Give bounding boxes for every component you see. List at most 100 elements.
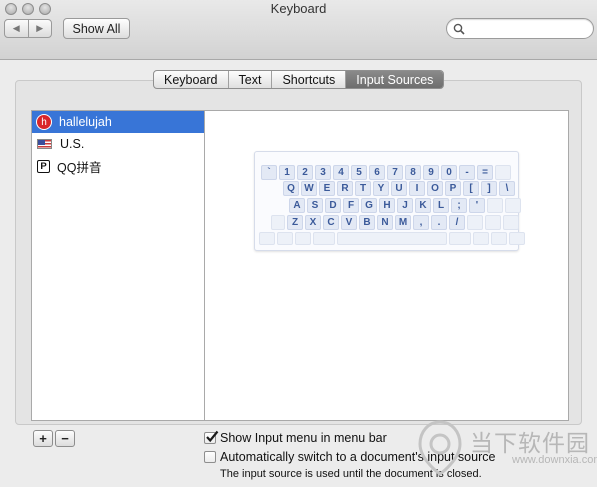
keyboard-key: E: [319, 181, 335, 196]
keyboard-key: ]: [481, 181, 497, 196]
keyboard-key: W: [301, 181, 317, 196]
keyboard-key: N: [377, 215, 393, 230]
hallelujah-icon: h: [37, 115, 51, 129]
keyboard-key: 9: [423, 165, 439, 180]
keyboard-key: Y: [373, 181, 389, 196]
keyboard-key: ': [469, 198, 485, 213]
input-source-label: U.S.: [60, 137, 85, 151]
keyboard-key: 0: [441, 165, 457, 180]
modifier-key: [277, 232, 293, 245]
keyboard-key: `: [261, 165, 277, 180]
input-source-label: hallelujah: [59, 115, 112, 129]
keyboard-key: ,: [413, 215, 429, 230]
keyboard-key: X: [305, 215, 321, 230]
modifier-key: [313, 232, 335, 245]
input-source-label: QQ拼音: [57, 160, 102, 175]
blank-key: [467, 215, 483, 230]
spacebar-key: [337, 232, 447, 245]
keyboard-key: S: [307, 198, 323, 213]
keyboard-key: C: [323, 215, 339, 230]
keyboard-key: .: [431, 215, 447, 230]
keyboard-row: [259, 232, 527, 247]
keyboard-key: K: [415, 198, 431, 213]
tab-input-sources[interactable]: Input Sources: [346, 71, 444, 88]
keyboard-row: ` 1 2 3 4 5 6 7 8 9 0- =: [261, 165, 513, 180]
keyboard-key: A: [289, 198, 305, 213]
modifier-key: [259, 232, 275, 245]
checkmark-icon: [206, 430, 219, 443]
watermark-logo-icon: [418, 420, 462, 476]
keyboard-key: B: [359, 215, 375, 230]
modifier-key: [509, 232, 525, 245]
back-forward-control[interactable]: ◀ ▶: [4, 19, 52, 38]
blank-key: [503, 215, 519, 230]
keyboard-key: Z: [287, 215, 303, 230]
keyboard-key: 3: [315, 165, 331, 180]
modifier-key: [295, 232, 311, 245]
search-icon: [453, 23, 465, 35]
keyboard-key: Q: [283, 181, 299, 196]
keyboard-key: ;: [451, 198, 467, 213]
keyboard-key: 5: [351, 165, 367, 180]
keyboard-key: R: [337, 181, 353, 196]
input-source-item-qq-pinyin[interactable]: P QQ拼音: [32, 155, 204, 177]
show-input-menu-checkbox[interactable]: [204, 430, 219, 444]
modifier-key: [491, 232, 507, 245]
modifier-key: [473, 232, 489, 245]
keyboard-key: -: [459, 165, 475, 180]
keyboard-key: I: [409, 181, 425, 196]
modifier-key: [449, 232, 471, 245]
keyboard-key: 8: [405, 165, 421, 180]
title-bar: Keyboard ◀ ▶ Show All: [0, 0, 597, 60]
keyboard-row: A S D F G H J K L; ': [289, 198, 523, 213]
keyboard-key: \: [499, 181, 515, 196]
keyboard-key: 2: [297, 165, 313, 180]
qq-pinyin-icon: P: [37, 159, 50, 173]
keyboard-key: H: [379, 198, 395, 213]
show-input-menu-label: Show Input menu in menu bar: [220, 431, 387, 445]
show-all-button[interactable]: Show All: [63, 18, 130, 39]
tab-text[interactable]: Text: [229, 71, 273, 88]
keyboard-row: Q W E R T Y U I O P[] \: [283, 181, 517, 196]
keyboard-key: 6: [369, 165, 385, 180]
keyboard-layout-preview: ` 1 2 3 4 5 6 7 8 9 0- = Q W E R T Y U I O P[] \ A S D F G H J K L; ' Z X C…: [254, 151, 525, 251]
auto-switch-checkbox[interactable]: [204, 451, 216, 463]
keyboard-key: M: [395, 215, 411, 230]
keyboard-row: Z X C V B N M,. /: [271, 215, 521, 230]
forward-arrow-icon[interactable]: ▶: [29, 20, 52, 37]
keyboard-key: D: [325, 198, 341, 213]
keyboard-key: /: [449, 215, 465, 230]
input-source-item-hallelujah[interactable]: h hallelujah: [32, 111, 204, 133]
keyboard-key: U: [391, 181, 407, 196]
input-source-item-us[interactable]: U.S.: [32, 133, 204, 155]
keyboard-key: F: [343, 198, 359, 213]
add-input-source-button[interactable]: +: [33, 430, 53, 447]
blank-key: [485, 215, 501, 230]
window-title: Keyboard: [270, 1, 327, 16]
watermark-url: www.downxia.com: [512, 454, 597, 466]
tab-shortcuts[interactable]: Shortcuts: [272, 71, 347, 88]
keyboard-key: 4: [333, 165, 349, 180]
input-source-list[interactable]: h hallelujah U.S. P QQ拼音: [31, 110, 205, 421]
back-arrow-icon[interactable]: ◀: [5, 20, 29, 37]
keyboard-key: O: [427, 181, 443, 196]
keyboard-key: G: [361, 198, 377, 213]
blank-key: [505, 198, 521, 213]
us-flag-icon: [37, 139, 52, 149]
shift-key: [271, 215, 285, 230]
keyboard-key: 1: [279, 165, 295, 180]
keyboard-key: L: [433, 198, 449, 213]
keyboard-key: V: [341, 215, 357, 230]
search-field[interactable]: [446, 18, 594, 39]
tab-bar: Keyboard Text Shortcuts Input Sources: [153, 70, 445, 89]
keyboard-key: [: [463, 181, 479, 196]
remove-input-source-button[interactable]: −: [55, 430, 75, 447]
keyboard-key: =: [477, 165, 493, 180]
keyboard-key: J: [397, 198, 413, 213]
blank-key: [495, 165, 511, 180]
tab-keyboard[interactable]: Keyboard: [154, 71, 229, 88]
keyboard-key: 7: [387, 165, 403, 180]
watermark-text: 当下软件园: [470, 430, 590, 456]
watermark: 当下软件园 www.downxia.com: [412, 420, 597, 487]
keyboard-key: T: [355, 181, 371, 196]
